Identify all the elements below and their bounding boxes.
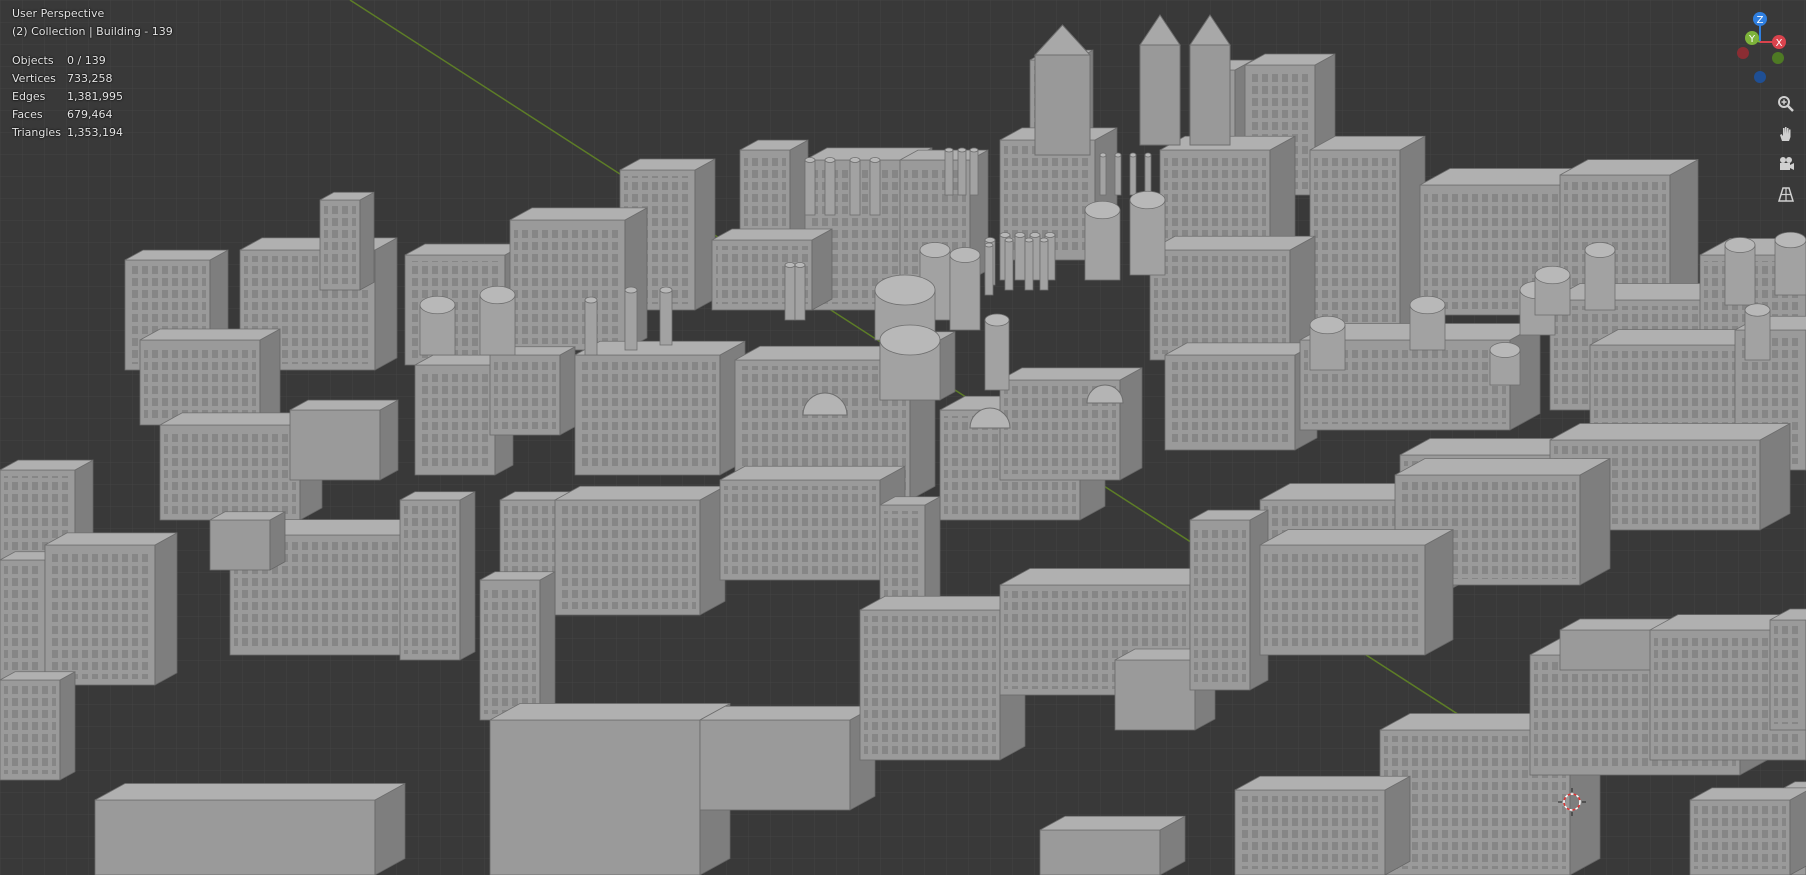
scene-statistics: Objects 0 / 139 Vertices 733,258 Edges 1…: [12, 54, 123, 144]
building-mesh[interactable]: [289, 399, 399, 481]
gizmo-axis-y[interactable]: Y: [1745, 31, 1759, 45]
building-mesh[interactable]: [554, 485, 726, 616]
stat-row-triangles: Triangles 1,353,194: [12, 126, 123, 144]
building-mesh[interactable]: [1149, 235, 1316, 361]
chimney-mesh[interactable]: [1024, 237, 1034, 291]
stat-label: Edges: [12, 90, 46, 103]
chimney-mesh[interactable]: [984, 242, 994, 296]
stat-row-vertices: Vertices 733,258: [12, 72, 123, 90]
svg-text:Y: Y: [1748, 34, 1756, 45]
stat-value: 0 / 139: [67, 54, 106, 67]
building-mesh[interactable]: [489, 702, 731, 875]
building-mesh[interactable]: [1234, 775, 1411, 875]
building-mesh[interactable]: [1189, 509, 1269, 691]
chimney-mesh[interactable]: [479, 285, 516, 356]
stat-value: 679,464: [67, 108, 113, 121]
stat-row-faces: Faces 679,464: [12, 108, 123, 126]
chimney-mesh[interactable]: [969, 147, 979, 196]
stat-row-edges: Edges 1,381,995: [12, 90, 123, 108]
chimney-mesh[interactable]: [794, 262, 806, 321]
chimney-mesh[interactable]: [1114, 152, 1122, 196]
viewport-collection: (2) Collection | Building - 139: [12, 25, 173, 38]
stat-label: Faces: [12, 108, 43, 121]
building-mesh[interactable]: [1164, 342, 1318, 451]
chimney-mesh[interactable]: [1724, 237, 1756, 306]
building-mesh[interactable]: [711, 228, 833, 311]
chimney-mesh[interactable]: [1129, 190, 1166, 276]
building-mesh[interactable]: [139, 328, 281, 426]
svg-text:X: X: [1776, 38, 1783, 49]
chimney-mesh[interactable]: [784, 262, 796, 321]
chimney-mesh[interactable]: [1084, 200, 1121, 281]
building-mesh[interactable]: [399, 491, 476, 661]
camera-icon[interactable]: [1774, 152, 1798, 176]
stat-label: Vertices: [12, 72, 56, 85]
chimney-mesh[interactable]: [824, 157, 836, 216]
building-mesh[interactable]: [574, 340, 746, 476]
chimney-mesh[interactable]: [584, 296, 598, 356]
chimney-mesh[interactable]: [957, 147, 967, 196]
chimney-mesh[interactable]: [804, 157, 816, 216]
chimney-mesh[interactable]: [1309, 315, 1346, 371]
building-mesh[interactable]: [319, 191, 375, 291]
building-mesh[interactable]: [209, 511, 286, 571]
3d-viewport[interactable]: User Perspective (2) Collection | Buildi…: [0, 0, 1806, 875]
navigation-gizmo[interactable]: Z Y X: [1716, 0, 1806, 90]
chimney-mesh[interactable]: [1144, 152, 1152, 196]
chimney-mesh[interactable]: [1014, 232, 1026, 281]
building-mesh[interactable]: [489, 346, 576, 436]
building-mesh[interactable]: [699, 705, 876, 811]
gizmo-axis-z[interactable]: Z: [1753, 12, 1767, 26]
gizmo-axis-neg-z[interactable]: [1754, 71, 1766, 83]
chimney-mesh[interactable]: [984, 313, 1010, 391]
chimney-mesh[interactable]: [1774, 231, 1806, 296]
chimney-mesh[interactable]: [869, 157, 881, 216]
stat-label: Objects: [12, 54, 54, 67]
chimney-mesh[interactable]: [659, 286, 673, 346]
chimney-mesh[interactable]: [1129, 152, 1137, 196]
chimney-mesh[interactable]: [1584, 242, 1616, 311]
chimney-mesh[interactable]: [949, 247, 981, 331]
stat-value: 1,353,194: [67, 126, 123, 139]
chimney-mesh[interactable]: [849, 157, 861, 216]
building-mesh[interactable]: [479, 571, 556, 721]
building-mesh[interactable]: [44, 532, 178, 686]
chimney-mesh[interactable]: [624, 286, 638, 351]
building-mesh[interactable]: [1259, 528, 1454, 656]
chimney-mesh[interactable]: [1039, 237, 1049, 291]
chimney-mesh[interactable]: [419, 295, 456, 356]
svg-text:Z: Z: [1757, 15, 1764, 26]
chimney-mesh[interactable]: [879, 324, 941, 401]
building-mesh[interactable]: [1769, 608, 1806, 731]
building-mesh[interactable]: [1689, 787, 1806, 875]
chimney-mesh[interactable]: [1409, 295, 1446, 351]
building-mesh[interactable]: [719, 465, 906, 581]
stat-value: 1,381,995: [67, 90, 123, 103]
chimney-mesh[interactable]: [1489, 342, 1521, 386]
pan-hand-icon[interactable]: [1774, 122, 1798, 146]
stat-label: Triangles: [12, 126, 61, 139]
chimney-mesh[interactable]: [1099, 152, 1107, 196]
grid-perspective-icon[interactable]: [1774, 182, 1798, 206]
chimney-mesh[interactable]: [1004, 237, 1014, 291]
stat-value: 733,258: [67, 72, 113, 85]
building-mesh[interactable]: [999, 367, 1143, 481]
gizmo-axis-neg-y[interactable]: [1772, 52, 1784, 64]
building-mesh[interactable]: [1039, 815, 1186, 875]
viewport-title: User Perspective: [12, 7, 105, 20]
building-mesh[interactable]: [0, 671, 76, 781]
chimney-mesh[interactable]: [1744, 303, 1771, 361]
zoom-icon[interactable]: [1774, 92, 1798, 116]
gizmo-axis-neg-x[interactable]: [1737, 47, 1749, 59]
chimney-mesh[interactable]: [944, 147, 954, 196]
gizmo-axis-x[interactable]: X: [1772, 35, 1786, 49]
building-mesh[interactable]: [94, 782, 406, 875]
chimney-mesh[interactable]: [1534, 265, 1571, 316]
scene-canvas[interactable]: [0, 0, 1806, 875]
stat-row-objects: Objects 0 / 139: [12, 54, 123, 72]
